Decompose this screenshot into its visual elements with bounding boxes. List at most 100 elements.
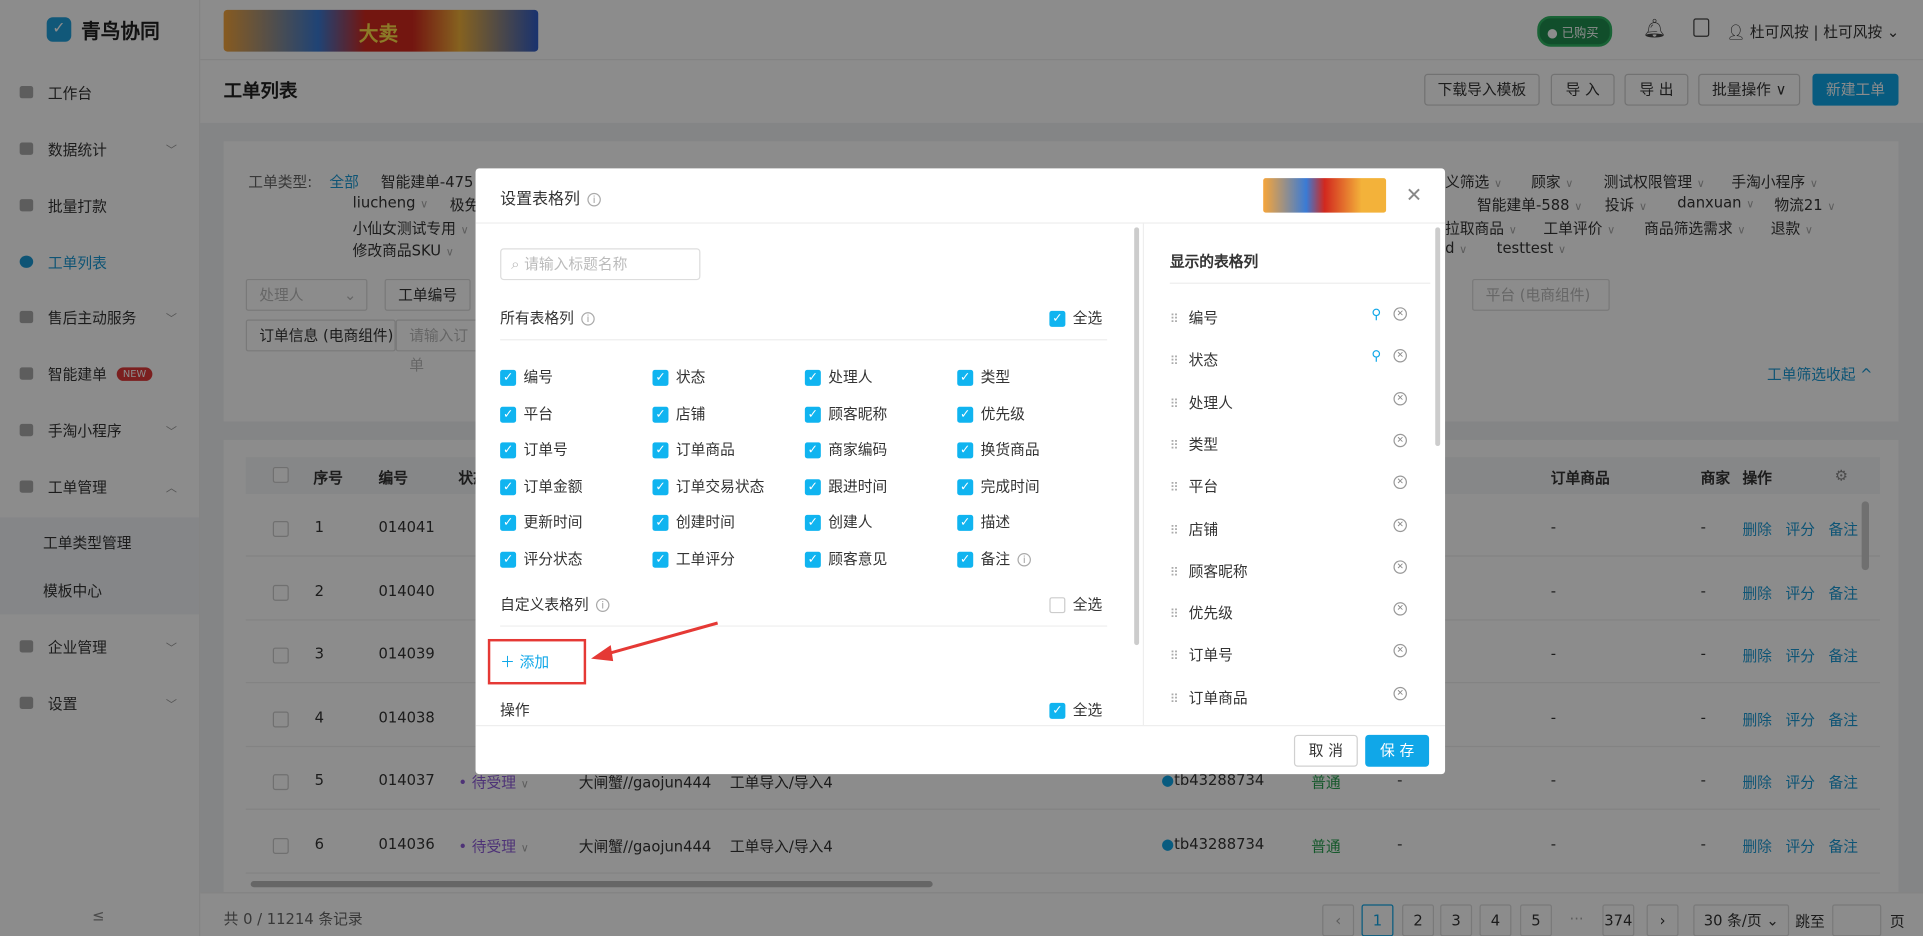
drag-handle-icon: ⠿ xyxy=(1169,355,1179,370)
remove-icon: ✕ xyxy=(1393,475,1407,490)
column-option[interactable]: ✓ 顾客昵称 xyxy=(804,402,887,423)
column-option[interactable]: ✓ 订单金额 xyxy=(500,475,582,496)
search-icon: ⌕ xyxy=(511,255,520,273)
column-option[interactable]: ✓ 完成时间 xyxy=(957,475,1040,496)
checkbox-checked-icon: ✓ xyxy=(804,478,821,495)
drag-handle-icon: ⠿ xyxy=(1169,692,1179,707)
left-pane-scrollbar[interactable] xyxy=(1134,227,1140,646)
operations-heading: 操作 xyxy=(500,701,530,719)
column-option[interactable]: ✓ 订单商品 xyxy=(652,439,735,460)
column-option[interactable]: ✓ 创建人 xyxy=(804,511,872,532)
column-option[interactable]: ✓ 优先级 xyxy=(957,402,1025,423)
drag-handle-icon: ⠿ xyxy=(1169,397,1179,412)
checkbox-checked-icon: ✓ xyxy=(500,442,517,459)
checkbox-checked-icon: ✓ xyxy=(652,406,669,423)
modal-promo-banner[interactable] xyxy=(1263,178,1387,213)
drag-handle-icon: ⠿ xyxy=(1169,313,1179,327)
drag-handle-icon: ⠿ xyxy=(1169,439,1179,454)
custom-columns-select-all[interactable]: 全选 xyxy=(1049,594,1102,615)
column-option[interactable]: ✓ 描述 xyxy=(957,511,1010,532)
checkbox-checked-icon: ✓ xyxy=(957,478,974,495)
checkbox-checked-icon: ✓ xyxy=(500,551,517,568)
save-button[interactable]: 保 存 xyxy=(1365,734,1430,767)
drag-handle-icon: ⠿ xyxy=(1169,481,1179,496)
shown-column-item[interactable]: ⠿ 店铺 ✕ xyxy=(1169,517,1416,539)
checkbox-checked-icon: ✓ xyxy=(652,478,669,495)
column-option[interactable]: ✓ 顾客意见 xyxy=(804,547,887,568)
checkbox-checked-icon: ✓ xyxy=(804,406,821,423)
remove-icon: ✕ xyxy=(1393,517,1407,532)
remove-icon: ✕ xyxy=(1393,433,1407,448)
info-icon: i xyxy=(587,192,601,207)
remove-icon: ✕ xyxy=(1393,349,1407,363)
shown-column-item[interactable]: ⠿ 类型 ✕ xyxy=(1169,433,1416,455)
checkbox-checked-icon: ✓ xyxy=(804,442,821,459)
drag-handle-icon: ⠿ xyxy=(1169,650,1179,665)
checkbox-checked-icon: ✓ xyxy=(804,369,821,386)
checkbox-checked-icon: ✓ xyxy=(500,514,517,531)
shown-column-item[interactable]: ⠿ 订单号 ✕ xyxy=(1170,644,1416,665)
all-columns-heading: 所有表格列 i xyxy=(500,307,595,328)
remove-icon: ✕ xyxy=(1393,644,1407,658)
drag-handle-icon: ⠿ xyxy=(1169,524,1179,538)
checkbox-checked-icon: ✓ xyxy=(957,514,974,531)
column-option[interactable]: ✓ 跟进时间 xyxy=(804,475,887,496)
checkbox-checked-icon: ✓ xyxy=(652,442,669,459)
checkbox-checked-icon: ✓ xyxy=(652,551,669,568)
operations-select-all[interactable]: ✓ 全选 xyxy=(1049,699,1102,720)
shown-column-item[interactable]: ⠿ 编号 ⚲ ✕ xyxy=(1169,305,1416,328)
checkbox-checked-icon: ✓ xyxy=(957,442,974,459)
remove-icon: ✕ xyxy=(1393,560,1407,574)
modal-title: 设置表格列 i xyxy=(500,186,601,209)
checkbox-checked-icon: ✓ xyxy=(957,406,974,423)
checkbox-checked-icon: ✓ xyxy=(652,369,669,386)
shown-column-item[interactable]: ⠿ 处理人 ✕ xyxy=(1170,391,1416,412)
drag-handle-icon: ⠿ xyxy=(1169,566,1179,580)
info-icon: i xyxy=(1017,552,1031,566)
shown-column-item[interactable]: ⠿ 订单商品 ✕ xyxy=(1169,686,1416,708)
column-option[interactable]: ✓ 订单号 xyxy=(500,439,568,460)
pin-icon: ⚲ xyxy=(1371,305,1382,322)
checkbox-checked-icon: ✓ xyxy=(957,369,974,386)
custom-columns-heading: 自定义表格列 i xyxy=(500,594,610,615)
column-option[interactable]: ✓ 商家编码 xyxy=(804,439,887,460)
remove-icon: ✕ xyxy=(1393,686,1407,701)
remove-icon: ✕ xyxy=(1393,307,1407,321)
column-option[interactable]: ✓ 编号 xyxy=(500,366,553,387)
column-option[interactable]: ✓ 状态 xyxy=(652,366,705,387)
checkbox-checked-icon: ✓ xyxy=(500,478,517,495)
column-option[interactable]: ✓ 订单交易状态 xyxy=(652,475,764,496)
shown-column-item[interactable]: ⠿ 状态 ⚲ ✕ xyxy=(1169,348,1416,370)
column-search-input[interactable]: ⌕ 请输入标题名称 xyxy=(500,248,701,281)
column-option[interactable]: ✓ 平台 xyxy=(500,402,553,423)
right-pane-scrollbar[interactable] xyxy=(1435,227,1441,447)
checkbox-checked-icon: ✓ xyxy=(804,514,821,531)
pin-icon: ⚲ xyxy=(1371,348,1382,365)
add-custom-column-button[interactable]: ＋ 添加 xyxy=(500,651,549,672)
column-option[interactable]: ✓ 评分状态 xyxy=(500,547,582,568)
column-option[interactable]: ✓ 创建时间 xyxy=(652,511,735,532)
all-columns-select-all[interactable]: ✓ 全选 xyxy=(1049,307,1102,328)
annotation-arrow xyxy=(591,621,719,662)
column-option[interactable]: ✓ 工单评分 xyxy=(652,547,735,568)
remove-icon: ✕ xyxy=(1393,391,1407,406)
column-option[interactable]: ✓ 换货商品 xyxy=(957,439,1040,460)
shown-columns-title: 显示的表格列 xyxy=(1169,253,1259,271)
column-option[interactable]: ✓ 备注 i xyxy=(957,547,1031,568)
info-icon: i xyxy=(581,312,595,326)
column-option[interactable]: ✓ 店铺 xyxy=(652,402,705,423)
cancel-button[interactable]: 取 消 xyxy=(1293,734,1358,767)
checkbox-checked-icon: ✓ xyxy=(500,406,517,423)
column-option[interactable]: ✓ 类型 xyxy=(957,366,1010,387)
shown-column-item[interactable]: ⠿ 顾客昵称 ✕ xyxy=(1170,560,1416,581)
remove-icon: ✕ xyxy=(1393,602,1407,616)
info-icon: i xyxy=(595,598,610,612)
shown-column-item[interactable]: ⠿ 优先级 ✕ xyxy=(1170,602,1416,623)
close-icon[interactable]: ✕ xyxy=(1406,183,1422,206)
column-option[interactable]: ✓ 更新时间 xyxy=(500,511,582,532)
shown-column-item[interactable]: ⠿ 平台 ✕ xyxy=(1169,475,1416,497)
column-option[interactable]: ✓ 处理人 xyxy=(804,366,872,387)
drag-handle-icon: ⠿ xyxy=(1169,608,1179,622)
column-settings-modal: 设置表格列 i ✕ ⌕ 请输入标题名称 所有表格列 i ✓ 全选 ✓ 编号 ✓ 状态 ✓ 处理人… xyxy=(475,168,1446,775)
checkbox-checked-icon: ✓ xyxy=(957,551,974,568)
